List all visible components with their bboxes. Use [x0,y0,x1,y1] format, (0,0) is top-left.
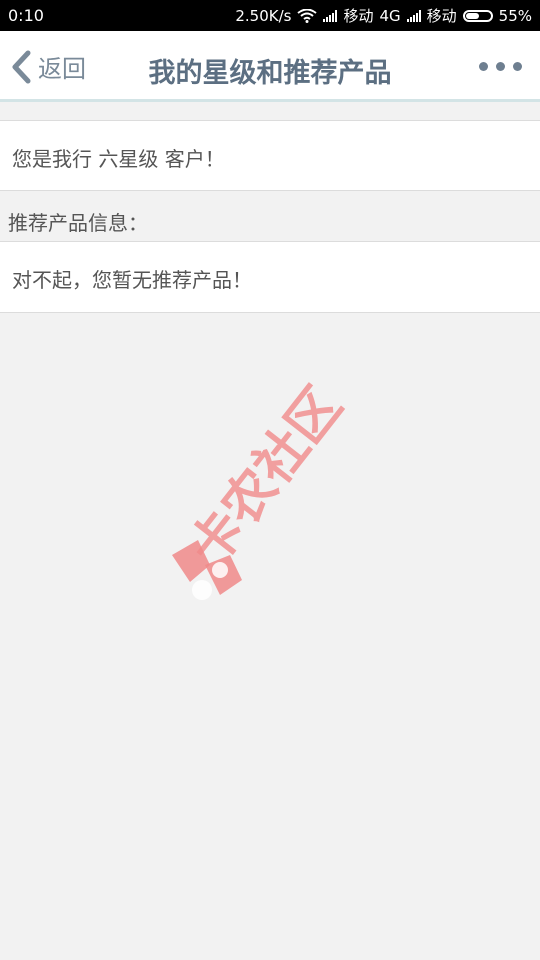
more-button[interactable] [479,62,522,71]
page-title: 我的星级和推荐产品 [148,58,392,89]
battery-percent: 55% [498,6,532,25]
status-time: 0:10 [8,6,44,25]
star-level-panel: 您是我行 六星级 客户！ [0,120,540,191]
status-indicators: 2.50K/s 移动 4G 移动 55% [235,5,532,26]
watermark-text: 卡农社区 [178,376,353,577]
watermark-logo: 卡农社区 [172,376,354,600]
carrier-2: 移动 [426,7,457,25]
recommend-section-label: 推荐产品信息： [8,211,148,235]
signal-icon [323,9,338,22]
more-dot-icon [496,62,505,71]
network-speed: 2.50K/s [235,6,292,25]
signal-icon-2 [406,9,421,22]
battery-icon [462,9,493,22]
network-type: 4G [379,6,401,25]
wifi-icon [297,8,318,23]
more-dot-icon [513,62,522,71]
status-bar: 0:10 2.50K/s 移动 4G 移动 55% [0,0,540,31]
more-dot-icon [479,62,488,71]
recommend-message: 对不起，您暂无推荐产品！ [12,268,252,292]
carrier-1: 移动 [343,7,374,25]
nav-header: 返回 我的星级和推荐产品 [0,31,540,102]
recommend-panel: 对不起，您暂无推荐产品！ [0,241,540,313]
star-level-text: 您是我行 六星级 客户！ [12,147,225,171]
